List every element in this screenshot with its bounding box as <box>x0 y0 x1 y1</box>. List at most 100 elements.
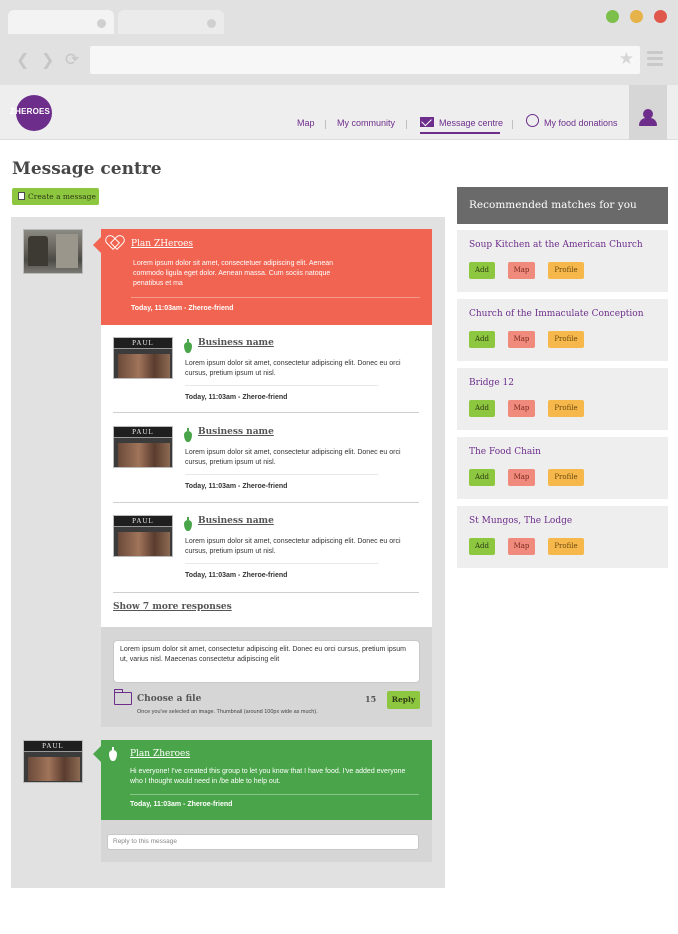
bubble-pointer <box>93 237 101 253</box>
recommended-item: The Food Chain Add Map Profile <box>457 437 668 499</box>
envelope-icon <box>420 117 434 127</box>
tab-close-icon[interactable] <box>97 19 106 28</box>
main-post-author[interactable]: Plan ZHeroes <box>131 239 193 249</box>
file-hint: Once you've selected an image. Thumbnail… <box>137 709 318 715</box>
group-post-text: Hi everyone! I've created this group to … <box>130 768 406 785</box>
create-message-label: Create a message <box>28 192 96 201</box>
nav-divider <box>325 120 326 129</box>
food-donation-icon <box>526 114 539 127</box>
response-author[interactable]: Business name <box>198 516 274 526</box>
app-header: ZHEROES <box>0 85 678 140</box>
response-time: Today, 11:03am - Zheroe-friend <box>185 572 288 579</box>
divider <box>130 794 419 795</box>
add-button[interactable]: Add <box>469 262 495 279</box>
nav-divider <box>406 120 407 129</box>
recommended-name[interactable]: St Mungos, The Lodge <box>469 516 572 526</box>
shop-sign: PAUL <box>132 428 154 436</box>
folder-icon[interactable] <box>113 689 132 705</box>
response-time: Today, 11:03am - Zheroe-friend <box>185 394 288 401</box>
main-post-time: Today, 11:03am - Zheroe-friend <box>131 305 234 312</box>
heart-hands-icon <box>107 236 121 248</box>
address-bar[interactable]: ★ <box>90 46 640 74</box>
user-menu-button[interactable] <box>629 85 667 140</box>
group-post-author[interactable]: Plan Zheroes <box>130 749 190 759</box>
character-count: 15 <box>365 694 377 704</box>
tab-close-icon[interactable] <box>207 19 216 28</box>
recommended-item: St Mungos, The Lodge Add Map Profile <box>457 506 668 568</box>
main-post-text: Lorem ipsum dolor sit amet, consectetuer… <box>133 260 333 287</box>
response-thumbnail[interactable]: PAUL <box>113 515 173 557</box>
recommended-name[interactable]: Soup Kitchen at the American Church <box>469 240 643 250</box>
reply-button[interactable]: Reply <box>387 691 420 709</box>
divider <box>185 474 378 475</box>
response-author[interactable]: Business name <box>198 338 274 348</box>
profile-button[interactable]: Profile <box>548 331 584 348</box>
nav-map[interactable]: Map <box>297 118 315 128</box>
response-separator <box>113 412 419 413</box>
browser-menu-icon[interactable] <box>647 51 663 69</box>
profile-button[interactable]: Profile <box>548 400 584 417</box>
browser-tab[interactable] <box>118 10 224 34</box>
response-text: Lorem ipsum dolor sit amet, consectetur … <box>185 538 401 555</box>
window-close-icon[interactable] <box>654 10 667 23</box>
reply-textarea[interactable]: Lorem ipsum dolor sit amet, consectetur … <box>113 640 420 683</box>
logo-text: ZHEROES <box>10 107 51 116</box>
response-time: Today, 11:03am - Zheroe-friend <box>185 483 288 490</box>
divider <box>185 563 378 564</box>
post-author-thumbnail[interactable] <box>23 229 83 274</box>
back-arrow-icon[interactable]: ❮ <box>16 50 29 70</box>
map-button[interactable]: Map <box>508 469 535 486</box>
profile-button[interactable]: Profile <box>548 538 584 555</box>
nav-divider <box>512 120 513 129</box>
response-text: Lorem ipsum dolor sit amet, consectetur … <box>185 449 401 466</box>
response-thumbnail[interactable]: PAUL <box>113 426 173 468</box>
shop-sign: PAUL <box>132 517 154 525</box>
window-minimize-icon[interactable] <box>630 10 643 23</box>
window-maximize-icon[interactable] <box>606 10 619 23</box>
browser-window: ❮ ❯ ⟳ ★ ZHEROES Map My community Message… <box>0 0 678 934</box>
bubble-pointer <box>93 746 101 762</box>
add-button[interactable]: Add <box>469 331 495 348</box>
nav-active-indicator <box>420 132 500 134</box>
add-button[interactable]: Add <box>469 400 495 417</box>
page-title: Message centre <box>12 159 162 179</box>
response-separator <box>113 502 419 503</box>
reload-icon[interactable]: ⟳ <box>65 50 79 70</box>
compose-icon <box>18 192 25 200</box>
recommended-name[interactable]: Bridge 12 <box>469 378 514 388</box>
forward-arrow-icon[interactable]: ❯ <box>41 50 54 70</box>
response-thumbnail[interactable]: PAUL <box>113 337 173 379</box>
choose-file-button[interactable]: Choose a file <box>137 694 201 704</box>
recommended-title: Recommended matches for you <box>457 187 668 224</box>
shop-sign: PAUL <box>132 339 154 347</box>
response-author[interactable]: Business name <box>198 427 274 437</box>
divider <box>185 385 378 386</box>
map-button[interactable]: Map <box>508 262 535 279</box>
recommended-name[interactable]: Church of the Immaculate Conception <box>469 309 644 319</box>
map-button[interactable]: Map <box>508 538 535 555</box>
recommended-item: Bridge 12 Add Map Profile <box>457 368 668 430</box>
group-reply-input[interactable]: Reply to this message <box>107 834 419 850</box>
bookmark-star-icon[interactable]: ★ <box>619 49 634 69</box>
recommended-name[interactable]: The Food Chain <box>469 447 541 457</box>
recommended-item: Church of the Immaculate Conception Add … <box>457 299 668 361</box>
profile-button[interactable]: Profile <box>548 469 584 486</box>
add-button[interactable]: Add <box>469 469 495 486</box>
recommended-item: Soup Kitchen at the American Church Add … <box>457 230 668 292</box>
show-more-responses-link[interactable]: Show 7 more responses <box>113 602 232 612</box>
add-button[interactable]: Add <box>469 538 495 555</box>
group-post-time: Today, 11:03am - Zheroe-friend <box>130 801 233 808</box>
nav-my-community[interactable]: My community <box>337 118 395 128</box>
shop-sign: PAUL <box>42 742 64 750</box>
response-separator <box>113 592 419 593</box>
response-text: Lorem ipsum dolor sit amet, consectetur … <box>185 360 401 377</box>
nav-my-food-donations[interactable]: My food donations <box>544 118 618 128</box>
map-button[interactable]: Map <box>508 400 535 417</box>
map-button[interactable]: Map <box>508 331 535 348</box>
browser-tab-active[interactable] <box>8 10 114 34</box>
zheroes-logo[interactable]: ZHEROES <box>10 95 55 131</box>
create-message-button[interactable]: Create a message <box>12 188 99 205</box>
nav-message-centre[interactable]: Message centre <box>439 118 503 128</box>
post-author-thumbnail[interactable]: PAUL <box>23 740 83 783</box>
profile-button[interactable]: Profile <box>548 262 584 279</box>
